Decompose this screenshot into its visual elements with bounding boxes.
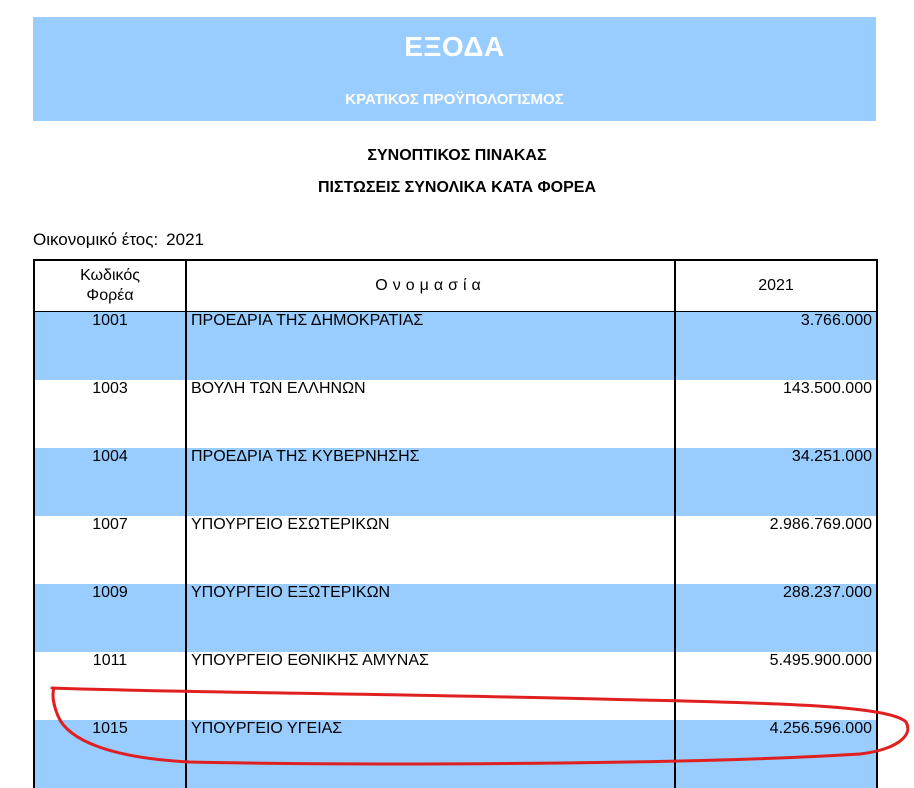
table-row: 1015 ΥΠΟΥΡΓΕΙΟ ΥΓΕΙΑΣ 4.256.596.000 bbox=[33, 719, 878, 788]
table-row: 1004 ΠΡΟΕΔΡΙΑ ΤΗΣ ΚΥΒΕΡΝΗΣΗΣ 34.251.000 bbox=[33, 447, 878, 516]
row-code: 1015 bbox=[33, 719, 187, 788]
row-name: ΠΡΟΕΔΡΙΑ ΤΗΣ ΚΥΒΕΡΝΗΣΗΣ bbox=[185, 447, 676, 516]
header-code: Κωδικός Φορέα bbox=[33, 259, 187, 312]
header-code-line1: Κωδικός bbox=[80, 267, 140, 284]
row-amount: 2.986.769.000 bbox=[674, 515, 878, 584]
table-row: 1011 ΥΠΟΥΡΓΕΙΟ ΕΘΝΙΚΗΣ ΑΜΥΝΑΣ 5.495.900.… bbox=[33, 651, 878, 720]
row-code: 1003 bbox=[33, 379, 187, 448]
row-amount: 5.495.900.000 bbox=[674, 651, 878, 720]
row-name: ΥΠΟΥΡΓΕΙΟ ΕΘΝΙΚΗΣ ΑΜΥΝΑΣ bbox=[185, 651, 676, 720]
table-row: 1009 ΥΠΟΥΡΓΕΙΟ ΕΞΩΤΕΡΙΚΩΝ 288.237.000 bbox=[33, 583, 878, 652]
row-name: ΥΠΟΥΡΓΕΙΟ ΥΓΕΙΑΣ bbox=[185, 719, 676, 788]
header-name: Ονομασία bbox=[185, 259, 676, 312]
row-code: 1009 bbox=[33, 583, 187, 652]
table-row: 1001 ΠΡΟΕΔΡΙΑ ΤΗΣ ΔΗΜΟΚΡΑΤΙΑΣ 3.766.000 bbox=[33, 311, 878, 380]
summary-heading: ΣΥΝΟΠΤΙΚΟΣ ΠΙΝΑΚΑΣ bbox=[367, 147, 547, 164]
header-amount: 2021 bbox=[674, 259, 878, 312]
header-code-line2: Φορέα bbox=[86, 287, 134, 304]
row-amount: 4.256.596.000 bbox=[674, 719, 878, 788]
row-name: ΠΡΟΕΔΡΙΑ ΤΗΣ ΔΗΜΟΚΡΑΤΙΑΣ bbox=[185, 311, 676, 380]
title-banner: ΕΞΟΔΑ ΚΡΑΤΙΚΟΣ ΠΡΟΫΠΟΛΟΓΙΣΜΟΣ bbox=[33, 17, 876, 121]
table-row: 1007 ΥΠΟΥΡΓΕΙΟ ΕΣΩΤΕΡΙΚΩΝ 2.986.769.000 bbox=[33, 515, 878, 584]
banner-title: ΕΞΟΔΑ bbox=[404, 31, 505, 62]
table-row: 1003 ΒΟΥΛΗ ΤΩΝ ΕΛΛΗΝΩΝ 143.500.000 bbox=[33, 379, 878, 448]
credits-heading: ΠΙΣΤΩΣΕΙΣ ΣΥΝΟΛΙΚΑ ΚΑΤΑ ΦΟΡΕΑ bbox=[317, 179, 597, 196]
fiscal-year: Οικονομικό έτος: 2021 bbox=[33, 230, 212, 250]
table-header-row: Κωδικός Φορέα Ονομασία 2021 bbox=[33, 259, 878, 312]
row-name: ΒΟΥΛΗ ΤΩΝ ΕΛΛΗΝΩΝ bbox=[185, 379, 676, 448]
fiscal-year-value: 2021 bbox=[166, 230, 204, 249]
row-code: 1001 bbox=[33, 311, 187, 380]
fiscal-year-label: Οικονομικό έτος: bbox=[33, 230, 159, 249]
row-amount: 34.251.000 bbox=[674, 447, 878, 516]
row-amount: 288.237.000 bbox=[674, 583, 878, 652]
row-code: 1007 bbox=[33, 515, 187, 584]
row-name: ΥΠΟΥΡΓΕΙΟ ΕΞΩΤΕΡΙΚΩΝ bbox=[185, 583, 676, 652]
row-code: 1011 bbox=[33, 651, 187, 720]
row-name: ΥΠΟΥΡΓΕΙΟ ΕΣΩΤΕΡΙΚΩΝ bbox=[185, 515, 676, 584]
row-amount: 3.766.000 bbox=[674, 311, 878, 380]
row-amount: 143.500.000 bbox=[674, 379, 878, 448]
row-code: 1004 bbox=[33, 447, 187, 516]
banner-subtitle: ΚΡΑΤΙΚΟΣ ΠΡΟΫΠΟΛΟΓΙΣΜΟΣ bbox=[345, 91, 564, 108]
budget-table: Κωδικός Φορέα Ονομασία 2021 1001 ΠΡΟΕΔΡΙ… bbox=[33, 259, 878, 788]
